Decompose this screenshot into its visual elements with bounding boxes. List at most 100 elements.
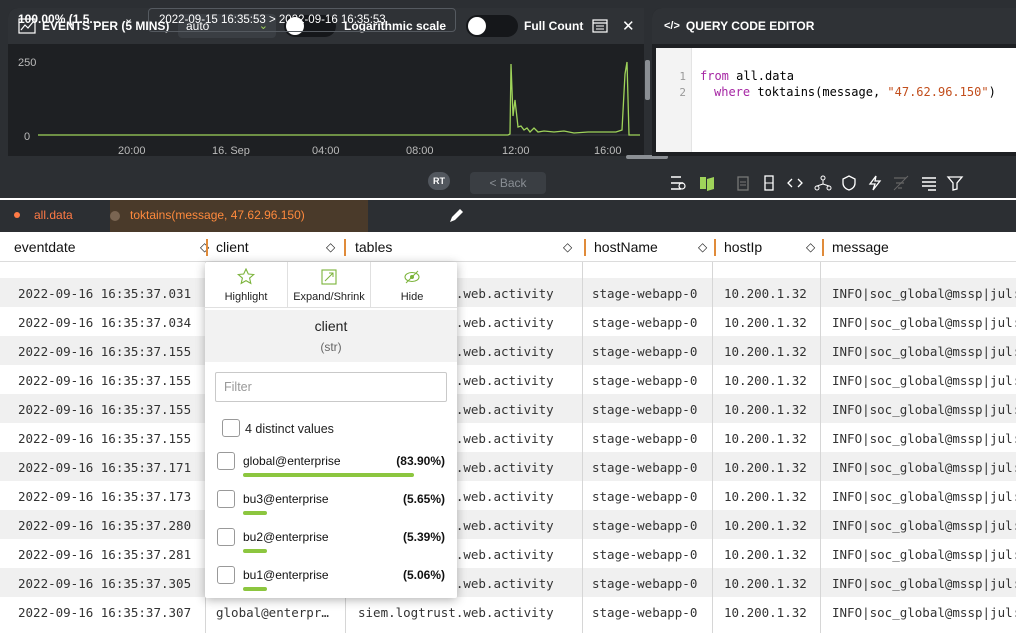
cell-client: global@enterpr… [216, 605, 329, 620]
distinct-value-row[interactable]: bu3@enterprise (5.65%) [205, 488, 457, 522]
breadcrumb-item-active[interactable]: toktains(message, 47.62.96.150) [110, 200, 463, 232]
table-row[interactable]: 2022-09-16 16:35:37.280global@enterpr…si… [0, 510, 1016, 539]
cell-hostname: stage-webapp-0 [592, 344, 698, 359]
column-header-client[interactable]: client ◇ [216, 232, 346, 262]
breadcrumb-item[interactable]: all.data [0, 200, 110, 232]
realtime-badge[interactable]: RT [428, 172, 450, 190]
close-icon[interactable]: ✕ [622, 17, 635, 35]
table-row[interactable]: 2022-09-16 16:35:37.034global@enterpr…si… [0, 307, 1016, 336]
tree-icon[interactable] [814, 174, 832, 192]
query-editor-panel: </> QUERY CODE EDITOR 1 2 from all.data … [652, 8, 1016, 156]
events-chart: 250 0 20:00 16. Sep 04:00 08:00 12:00 16… [18, 57, 640, 156]
table-row[interactable]: 2022-09-16 16:35:37.155global@enterpr…si… [0, 365, 1016, 394]
table-row[interactable]: 2022-09-16 16:35:37.155global@enterpr…si… [0, 423, 1016, 452]
expand-shrink-button[interactable]: Expand/Shrink [288, 262, 370, 308]
columns-icon[interactable] [760, 174, 778, 192]
sort-icon[interactable]: ◇ [326, 240, 335, 254]
layers-icon[interactable] [920, 174, 938, 192]
x-tick-label: 16:00 [594, 145, 622, 156]
column-header-message[interactable]: message [832, 232, 1012, 262]
code-icon[interactable] [786, 174, 804, 192]
distinct-value-row[interactable]: bu1@enterprise (5.06%) [205, 564, 457, 598]
value-checkbox[interactable] [217, 566, 235, 584]
cell-hostip: 10.200.1.32 [724, 315, 807, 330]
cell-hostname: stage-webapp-0 [592, 605, 698, 620]
table-row[interactable]: 2022-09-16 16:35:37.173global@enterpr…si… [0, 481, 1016, 510]
code-line: from all.data [700, 69, 794, 83]
hide-button[interactable]: Hide [371, 262, 453, 308]
value-checkbox[interactable] [217, 528, 235, 546]
distinct-values-label: 4 distinct values [245, 422, 334, 436]
date-range-picker[interactable]: 2022-09-15 16:35:53 > 2022-09-16 16:35:5… [148, 8, 456, 32]
distinct-value-row[interactable]: bu2@enterprise (5.39%) [205, 526, 457, 560]
table-row[interactable]: 2022-09-16 16:35:37.171global@enterpr…si… [0, 452, 1016, 481]
distinct-value-row[interactable]: global@enterprise (83.90%) [205, 450, 457, 484]
table-row[interactable]: 2022-09-16 16:35:37.305global@enterpr…si… [0, 568, 1016, 597]
sort-icon[interactable]: ◇ [806, 240, 815, 254]
aggregate-icon[interactable] [668, 174, 686, 192]
column-separator[interactable] [584, 239, 586, 256]
table-row[interactable]: 2022-09-16 16:35:37.031global@enterpr…si… [0, 278, 1016, 307]
lightning-icon[interactable] [866, 174, 884, 192]
x-tick-label: 08:00 [406, 145, 434, 156]
column-header-tables[interactable]: tables ◇ [355, 232, 580, 262]
cell-hostname: stage-webapp-0 [592, 576, 698, 591]
column-header-hostname[interactable]: hostName ◇ [594, 232, 714, 262]
table-row[interactable]: 2022-09-16 16:35:37.155global@enterpr…si… [0, 336, 1016, 365]
line-number: 2 [679, 86, 686, 99]
y-tick-label: 0 [24, 131, 30, 143]
sort-icon[interactable]: ◇ [698, 240, 707, 254]
column-separator[interactable] [822, 239, 824, 256]
cell-hostname: stage-webapp-0 [592, 547, 698, 562]
chevron-down-icon[interactable]: ⌄ [124, 12, 133, 25]
value-checkbox[interactable] [217, 490, 235, 508]
cell-message: INFO|soc_global@mssp|jul: [832, 402, 1016, 417]
column-divider [582, 262, 583, 633]
select-all-checkbox[interactable] [222, 419, 240, 437]
distinct-value-bar [243, 549, 267, 553]
full-count-toggle[interactable] [466, 15, 518, 37]
column-separator[interactable] [206, 239, 208, 256]
sort-icon[interactable]: ◇ [563, 240, 572, 254]
column-separator[interactable] [714, 239, 716, 256]
cell-message: INFO|soc_global@mssp|jul: [832, 373, 1016, 388]
cell-message: INFO|soc_global@mssp|jul: [832, 460, 1016, 475]
chart-scrollbar[interactable] [645, 60, 650, 100]
x-tick-label: 04:00 [312, 145, 340, 156]
table-row[interactable]: 2022-09-16 16:35:37.281global@enterpr…si… [0, 539, 1016, 568]
distinct-value-name: global@enterprise [243, 454, 341, 468]
expand-icon [321, 269, 337, 285]
breadcrumb-dot-icon [14, 212, 20, 218]
clipboard-icon[interactable] [734, 174, 752, 192]
filter-off-icon[interactable] [892, 174, 910, 192]
pencil-icon[interactable] [446, 206, 466, 226]
cell-hostip: 10.200.1.32 [724, 431, 807, 446]
table-header: eventdate ◇ client ◇ tables ◇ hostName ◇… [0, 232, 1016, 262]
window-icon[interactable] [592, 19, 608, 33]
column-header-eventdate[interactable]: eventdate ◇ [14, 232, 214, 262]
value-checkbox[interactable] [217, 452, 235, 470]
table-row[interactable]: 2022-09-16 16:35:37.307 global@enterpr… si… [0, 597, 1016, 626]
date-range-text: 2022-09-15 16:35:53 > 2022-09-16 16:35:5… [159, 14, 386, 26]
table-row[interactable]: 2022-09-16 16:35:37.155global@enterpr…si… [0, 394, 1016, 423]
chart-tool-icon[interactable] [698, 174, 716, 192]
code-editor[interactable]: 1 2 from all.data where toktains(message… [656, 48, 1016, 152]
distinct-value-percent: (83.90%) [396, 454, 445, 468]
cell-message: INFO|soc_global@mssp|jul: [832, 315, 1016, 330]
cell-hostname: stage-webapp-0 [592, 402, 698, 417]
cell-hostip: 10.200.1.32 [724, 344, 807, 359]
cell-hostip: 10.200.1.32 [724, 576, 807, 591]
hide-label: Hide [400, 291, 424, 303]
percent-selector[interactable]: 100.00% (1.5... [18, 12, 99, 26]
back-button[interactable]: < Back [470, 172, 546, 194]
shield-icon[interactable] [840, 174, 858, 192]
cell-hostname: stage-webapp-0 [592, 518, 698, 533]
star-icon [237, 268, 255, 285]
highlight-button[interactable]: Highlight [205, 262, 287, 308]
filter-or-icon[interactable] [946, 174, 964, 192]
column-separator[interactable] [344, 239, 346, 256]
eye-off-icon [404, 270, 420, 284]
editor-header: </> QUERY CODE EDITOR [652, 8, 1016, 44]
column-header-hostip[interactable]: hostIp ◇ [724, 232, 824, 262]
filter-input[interactable]: Filter [215, 372, 447, 402]
